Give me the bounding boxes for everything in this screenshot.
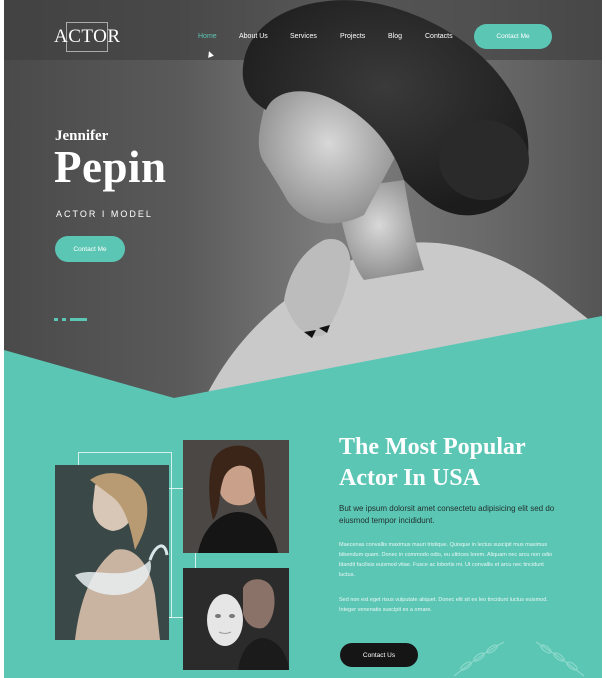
actress-leather-jacket-photo [183, 440, 289, 553]
actress-ribbon-photo [55, 465, 169, 640]
about-title-line1: The Most Popular [339, 434, 526, 460]
laurel-leaf-icon [453, 641, 585, 677]
page: ACTOR Home About Us Services Projects Bl… [4, 0, 602, 678]
about-title-line2: Actor In USA [339, 465, 480, 491]
about-title: The Most Popular Actor In USA [339, 432, 579, 494]
about-paragraph: Sed non est eget risus vulputate aliquet… [339, 597, 548, 613]
actor-mask-photo [183, 568, 289, 670]
contact-us-button[interactable]: Contact Us [340, 643, 418, 667]
about-lead-text: But we ipsum dolorsit amet consectetu ad… [339, 504, 555, 525]
about-paragraph: Maecenas convallis maximus mauri tristiq… [339, 542, 553, 578]
